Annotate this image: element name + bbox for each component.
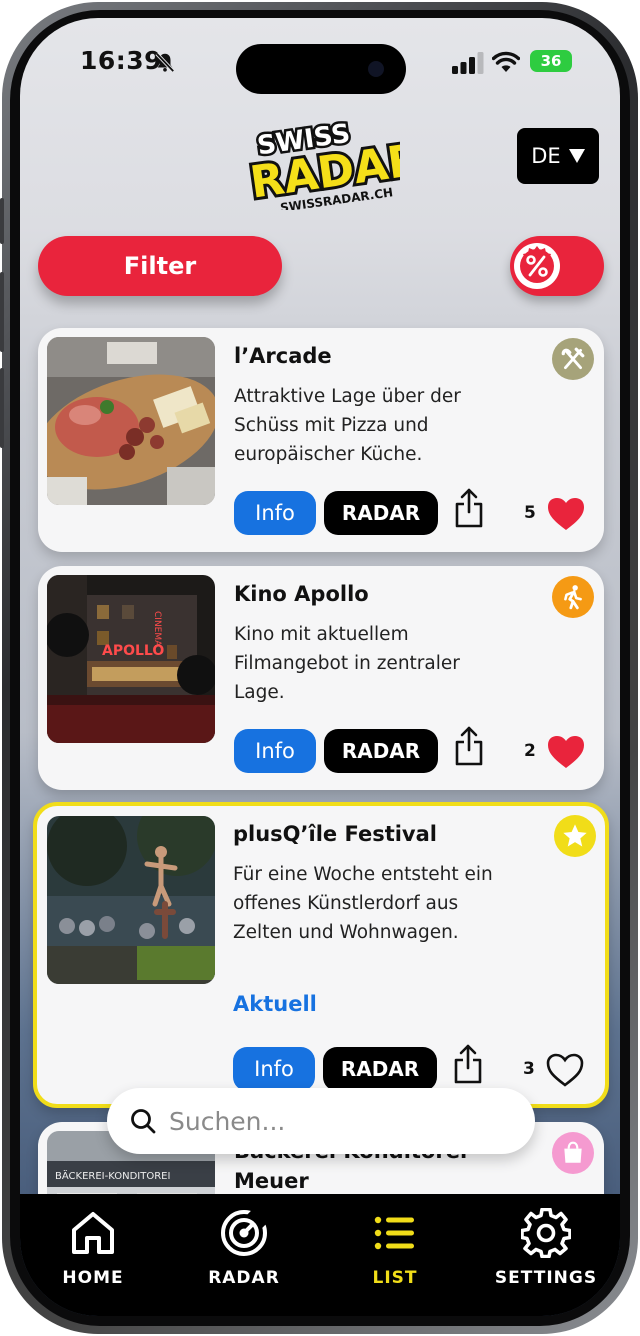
place-photo: APOLLO CINEMA: [47, 575, 215, 743]
radar-icon: [221, 1208, 269, 1256]
dynamic-island: [236, 44, 406, 94]
place-description: Kino mit aktuellem Filmangebot in zentra…: [234, 624, 460, 703]
like-count: 3: [523, 1059, 535, 1079]
radar-button[interactable]: RADAR: [324, 729, 438, 773]
search-input[interactable]: [169, 1102, 509, 1140]
battery-indicator: 36: [530, 50, 572, 72]
search-icon: [131, 1109, 156, 1134]
tab-label: RADAR: [208, 1268, 280, 1288]
tab-list[interactable]: LIST: [330, 1208, 460, 1288]
category-badge: [552, 576, 594, 618]
walking-person-icon: [564, 585, 582, 610]
percent-badge-icon: [514, 243, 560, 289]
list-item[interactable]: l’Arcade Attraktive Lage über der Schüss…: [38, 328, 604, 552]
heart-filled-icon[interactable]: [546, 496, 586, 532]
camera-icon: [368, 61, 384, 77]
tab-home[interactable]: HOME: [28, 1208, 158, 1288]
list-item-highlighted[interactable]: plusQ’île Festival Für eine Woche entste…: [33, 802, 609, 1108]
tab-label: LIST: [372, 1268, 418, 1288]
volume-down-button: [0, 368, 4, 448]
heart-outline-icon[interactable]: [545, 1052, 585, 1088]
action-button: [0, 198, 4, 244]
chevron-down-icon: [568, 149, 585, 163]
place-title: l’Arcade: [234, 344, 332, 368]
info-button[interactable]: Info: [234, 729, 316, 773]
event-description: Für eine Woche entsteht ein offenes Küns…: [233, 864, 493, 943]
heart-filled-icon[interactable]: [546, 734, 586, 770]
list-icon: [374, 1216, 414, 1250]
tab-label: HOME: [62, 1268, 124, 1288]
fork-knife-icon: [561, 347, 585, 370]
share-icon[interactable]: [454, 726, 484, 766]
info-button[interactable]: Info: [233, 1047, 315, 1091]
list-item[interactable]: APOLLO CINEMA Kino Apollo Kino mit aktue…: [38, 566, 604, 790]
star-icon: [563, 824, 587, 847]
share-icon[interactable]: [454, 488, 484, 528]
tab-settings[interactable]: SETTINGS: [481, 1208, 611, 1288]
radar-button[interactable]: RADAR: [323, 1047, 437, 1091]
svg-text:BÄCKEREI-KONDITOREI: BÄCKEREI-KONDITOREI: [55, 1169, 170, 1182]
status-badge: Aktuell: [233, 992, 317, 1016]
svg-text:CINEMA: CINEMA: [152, 611, 162, 647]
place-description: Attraktive Lage über der Schüss mit Pizz…: [234, 386, 461, 465]
share-icon[interactable]: [453, 1044, 483, 1084]
tab-bar: HOME RADAR LIST SETTINGS: [20, 1194, 620, 1316]
bell-muted-icon: [155, 52, 175, 73]
home-icon: [72, 1212, 114, 1254]
shopping-bag-icon: [564, 1141, 582, 1163]
tab-radar[interactable]: RADAR: [179, 1208, 309, 1288]
event-title: plusQ’île Festival: [233, 822, 437, 846]
info-button[interactable]: Info: [234, 491, 316, 535]
cellular-signal-icon: [452, 52, 484, 74]
category-badge: [552, 338, 594, 380]
language-selector[interactable]: DE: [517, 128, 599, 184]
tab-label: SETTINGS: [494, 1268, 598, 1288]
category-badge: [552, 1132, 594, 1174]
gear-icon: [521, 1208, 571, 1258]
like-count: 5: [524, 503, 536, 523]
filter-button[interactable]: Filter: [38, 236, 282, 296]
swiss-radar-logo: SWISS RADAR SWISSRADAR.CH: [244, 116, 400, 210]
status-time: 16:39: [80, 46, 163, 75]
category-badge: [554, 815, 596, 857]
event-photo: [47, 816, 215, 984]
language-label: DE: [531, 144, 561, 168]
app-screen: 16:39 36 SWISS RADAR SWISSRADAR.CH DE Fi…: [20, 18, 620, 1316]
place-title: Kino Apollo: [234, 582, 369, 606]
like-count: 2: [524, 741, 536, 761]
volume-up-button: [0, 272, 4, 352]
deals-toggle[interactable]: [510, 236, 604, 296]
place-photo: [47, 337, 215, 505]
radar-button[interactable]: RADAR: [324, 491, 438, 535]
search-bar[interactable]: [107, 1088, 535, 1154]
status-bar: 16:39 36: [20, 44, 620, 94]
wifi-icon: [492, 51, 520, 72]
